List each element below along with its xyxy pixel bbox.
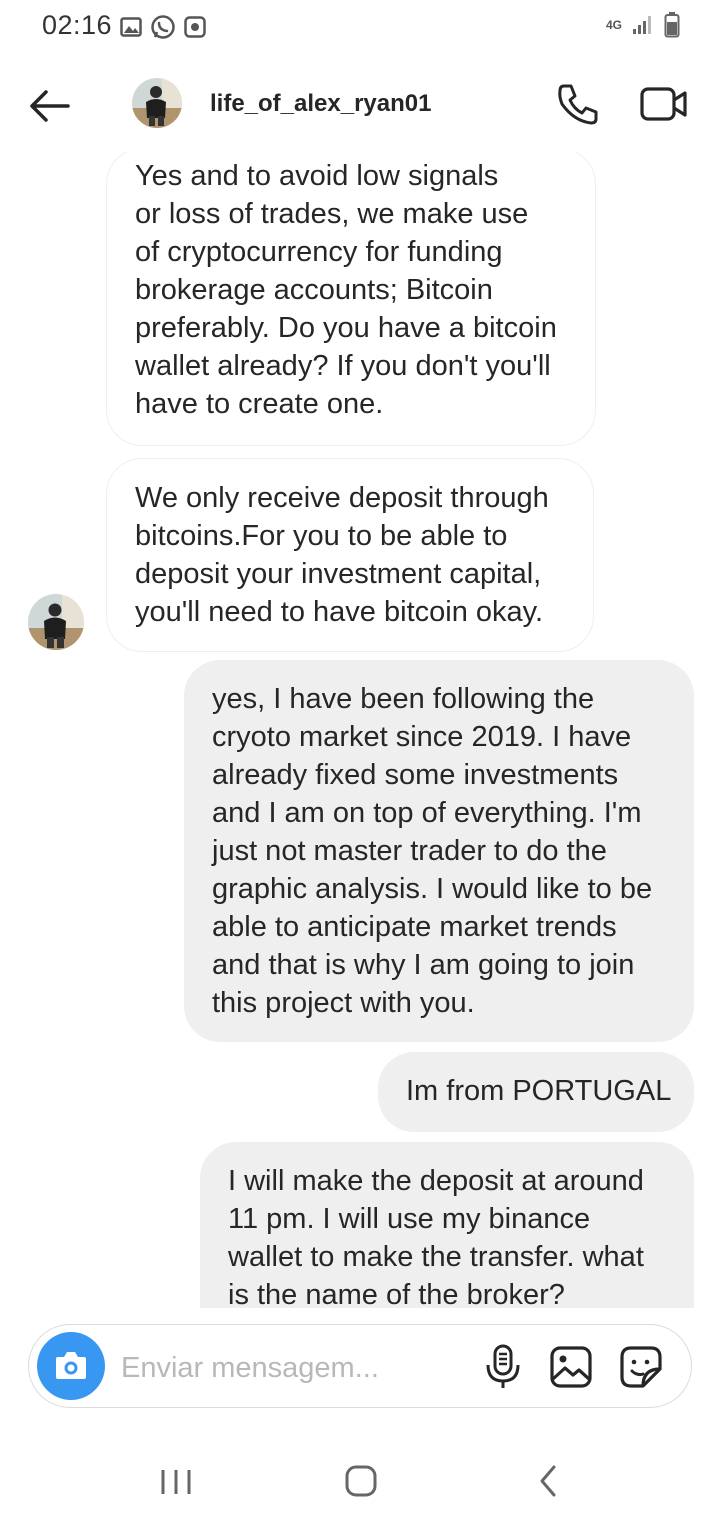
message-bubble-outgoing[interactable]: I will make the deposit at around 11 pm.… (200, 1142, 694, 1308)
app-notification-icon (184, 16, 206, 38)
system-icons: 4G (606, 12, 680, 38)
message-bubble-outgoing[interactable]: Im from PORTUGAL (378, 1052, 694, 1132)
signal-icon (633, 16, 651, 34)
camera-button[interactable] (37, 1332, 105, 1400)
sticker-button[interactable] (619, 1345, 663, 1389)
profile-photo (132, 78, 182, 128)
recent-apps-button[interactable] (158, 1468, 194, 1496)
back-button[interactable] (26, 82, 74, 130)
gallery-notification-icon (120, 17, 142, 37)
camera-icon (56, 1352, 86, 1379)
chevron-left-icon (540, 1465, 556, 1497)
message-composer (28, 1324, 692, 1408)
system-back-button[interactable] (536, 1464, 560, 1498)
video-call-button[interactable] (638, 80, 690, 128)
gallery-button[interactable] (549, 1345, 593, 1389)
recent-apps-icon (161, 1470, 191, 1494)
avatar[interactable] (132, 78, 182, 128)
network-type: 4G (605, 18, 622, 32)
status-time: 02:16 (42, 10, 113, 40)
home-icon (345, 1465, 377, 1497)
chat-header: life_of_alex_ryan01 (0, 56, 720, 152)
message-bubble-incoming[interactable]: We only receive deposit through bitcoins… (106, 458, 594, 652)
image-icon (550, 1346, 592, 1388)
sender-avatar[interactable] (28, 594, 84, 650)
profile-photo (28, 594, 84, 650)
system-navigation-bar (0, 1440, 720, 1520)
video-camera-icon (640, 87, 687, 121)
home-button[interactable] (344, 1464, 378, 1498)
battery-icon (664, 12, 680, 38)
notification-icons (120, 14, 206, 40)
whatsapp-notification-icon (151, 15, 175, 39)
voice-call-button[interactable] (554, 80, 602, 128)
status-bar: 02:16 4G (0, 0, 720, 56)
voice-message-button[interactable] (481, 1343, 525, 1391)
message-bubble-incoming[interactable]: Yes and to avoid low signals or loss of … (106, 152, 596, 446)
message-input[interactable] (119, 1345, 473, 1391)
message-bubble-outgoing[interactable]: yes, I have been following the cryoto ma… (184, 660, 694, 1042)
phone-icon (558, 84, 598, 125)
microphone-icon (486, 1344, 520, 1388)
sticker-icon (620, 1346, 662, 1388)
contact-username[interactable]: life_of_alex_ryan01 (210, 90, 431, 118)
message-thread[interactable]: Yes and to avoid low signals or loss of … (0, 152, 720, 1308)
arrow-left-icon (30, 90, 70, 122)
